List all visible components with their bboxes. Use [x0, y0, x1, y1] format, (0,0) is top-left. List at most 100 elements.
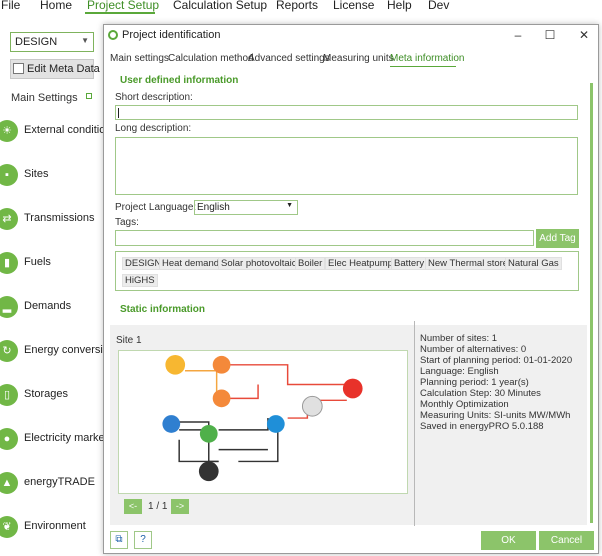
info-line: Saved in energyPRO 5.0.188: [420, 421, 544, 432]
dialog-title: Project identification: [122, 29, 221, 41]
node-icon: [165, 354, 186, 375]
next-page-button[interactable]: ->: [171, 499, 189, 514]
tags-label: Tags:: [115, 217, 139, 228]
sidebar-item-transmissions[interactable]: ⇄ Transmissions: [0, 208, 104, 232]
copy-button[interactable]: ⧉: [110, 531, 128, 549]
leaf-icon: ❦: [0, 516, 18, 538]
sidebar-item-label: Environment: [24, 520, 86, 532]
info-line: Planning period: 1 year(s): [420, 377, 529, 388]
app-menubar: File Home Project Setup Calculation Setu…: [0, 0, 602, 14]
tag-chip[interactable]: Heat demand: [159, 257, 223, 270]
scrollbar[interactable]: [590, 83, 593, 523]
sidebar-item-storages[interactable]: ▯ Storages: [0, 384, 104, 408]
maximize-icon[interactable]: ☐: [540, 26, 560, 44]
info-line: Measuring Units: SI-units MW/MWh: [420, 410, 571, 421]
storage-icon: ▯: [0, 384, 18, 406]
project-identification-dialog: Project identification – ☐ ✕ Main settin…: [103, 24, 599, 554]
dialog-titlebar[interactable]: Project identification – ☐ ✕: [104, 25, 598, 45]
sidebar-item-energy-conversion[interactable]: ↻ Energy conversion: [0, 340, 104, 364]
tag-chip[interactable]: Battery: [391, 257, 428, 270]
short-description-label: Short description:: [115, 92, 193, 103]
short-description-input[interactable]: [115, 105, 578, 120]
info-line: Language: English: [420, 366, 499, 377]
sidebar-item-label: Electricity markets: [24, 432, 104, 444]
add-tag-button[interactable]: Add Tag: [536, 229, 579, 248]
menu-reports[interactable]: Reports: [276, 0, 318, 12]
sidebar-item-electricity-markets[interactable]: ● Electricity markets: [0, 428, 104, 452]
sidebar-item-fuels[interactable]: ▮ Fuels: [0, 252, 104, 276]
tag-chip[interactable]: Boiler: [295, 257, 326, 270]
ok-button[interactable]: OK: [481, 531, 536, 550]
menu-dev[interactable]: Dev: [428, 0, 449, 12]
help-button[interactable]: ?: [134, 531, 152, 549]
help-icon: ?: [140, 534, 146, 545]
copy-icon: ⧉: [115, 534, 123, 545]
page-indicator: 1 / 1: [148, 501, 168, 512]
menu-file[interactable]: File: [1, 0, 20, 12]
tag-list: DESIGN Heat demand Solar photovoltaic Bo…: [115, 251, 579, 291]
sidebar-item-demands[interactable]: ▂ Demands: [0, 296, 104, 320]
edit-icon: [13, 63, 24, 74]
sidebar-item-label: Sites: [24, 168, 49, 180]
site-label: Site 1: [116, 335, 142, 346]
close-icon[interactable]: ✕: [574, 26, 594, 44]
tab-measuring-units[interactable]: Measuring units: [323, 53, 394, 64]
node-icon: [266, 415, 285, 433]
menu-home[interactable]: Home: [40, 0, 72, 12]
sun-icon: ☀: [0, 120, 18, 142]
node-icon: [212, 389, 231, 408]
app-logo-icon: [108, 30, 118, 40]
menu-help[interactable]: Help: [387, 0, 412, 12]
cancel-button[interactable]: Cancel: [539, 531, 594, 550]
info-line: Start of planning period: 01-01-2020: [420, 355, 573, 366]
sidebar-item-label: Demands: [24, 300, 72, 312]
transmission-icon: ⇄: [0, 208, 18, 230]
tag-chip[interactable]: Elec Heatpump: [325, 257, 396, 270]
menu-calculation-setup[interactable]: Calculation Setup: [173, 0, 267, 12]
node-icon: [162, 415, 181, 433]
tab-meta-information[interactable]: Meta information: [390, 53, 464, 64]
trade-icon: ▲: [0, 472, 18, 494]
tag-chip[interactable]: Solar photovoltaic: [218, 257, 300, 270]
tab-advanced-settings[interactable]: Advanced settings: [248, 53, 330, 64]
tag-input[interactable]: [115, 230, 534, 246]
tab-calculation-method[interactable]: Calculation method: [168, 53, 254, 64]
sidebar-item-sites[interactable]: ▪ Sites: [0, 164, 104, 188]
sidebar-item-environment[interactable]: ❦ Environment: [0, 516, 104, 540]
menu-license[interactable]: License: [333, 0, 374, 12]
sidebar-item-label: energyTRADE: [24, 476, 95, 488]
prev-page-button[interactable]: <-: [124, 499, 142, 514]
project-language-label: Project Language:: [115, 202, 197, 213]
design-select[interactable]: DESIGN ▼: [10, 32, 94, 52]
project-language-select[interactable]: English ▼: [194, 200, 298, 215]
node-icon: [342, 378, 363, 399]
project-language-value: English: [197, 202, 230, 213]
minimize-icon[interactable]: –: [508, 26, 528, 44]
design-select-value: DESIGN: [15, 36, 58, 48]
tag-chip[interactable]: New Thermal store: [425, 257, 512, 270]
sites-icon: ▪: [0, 164, 18, 186]
tag-chip[interactable]: HiGHS: [122, 274, 158, 287]
node-icon: [198, 461, 219, 482]
tag-chip[interactable]: Natural Gas: [505, 257, 562, 270]
long-description-label: Long description:: [115, 123, 192, 134]
info-line: Calculation Step: 30 Minutes: [420, 388, 541, 399]
site-diagram: [118, 350, 408, 494]
sidebar-item-external-conditions[interactable]: ☀ External conditions: [0, 120, 104, 144]
static-section-title: Static information: [120, 304, 206, 315]
user-defined-section-title: User defined information: [120, 75, 239, 86]
node-icon: [301, 395, 323, 417]
sidebar-item-energytrade[interactable]: ▲ energyTRADE: [0, 472, 104, 496]
edit-meta-data-button[interactable]: Edit Meta Data: [10, 59, 100, 79]
sidebar-item-label: Storages: [24, 388, 69, 400]
long-description-textarea[interactable]: [115, 137, 578, 195]
tab-main-settings[interactable]: Main settings: [110, 53, 169, 64]
bulb-icon: ●: [0, 428, 18, 450]
sidebar-item-label: Transmissions: [24, 212, 95, 224]
expand-icon[interactable]: [86, 93, 92, 99]
chevron-down-icon: ▼: [81, 36, 89, 45]
sidebar-item-label: External conditions: [24, 124, 104, 136]
sidebar: DESIGN ▼ Edit Meta Data Main Settings ☀ …: [0, 14, 104, 556]
demand-icon: ▂: [0, 296, 18, 318]
menu-project-setup[interactable]: Project Setup: [87, 0, 159, 12]
